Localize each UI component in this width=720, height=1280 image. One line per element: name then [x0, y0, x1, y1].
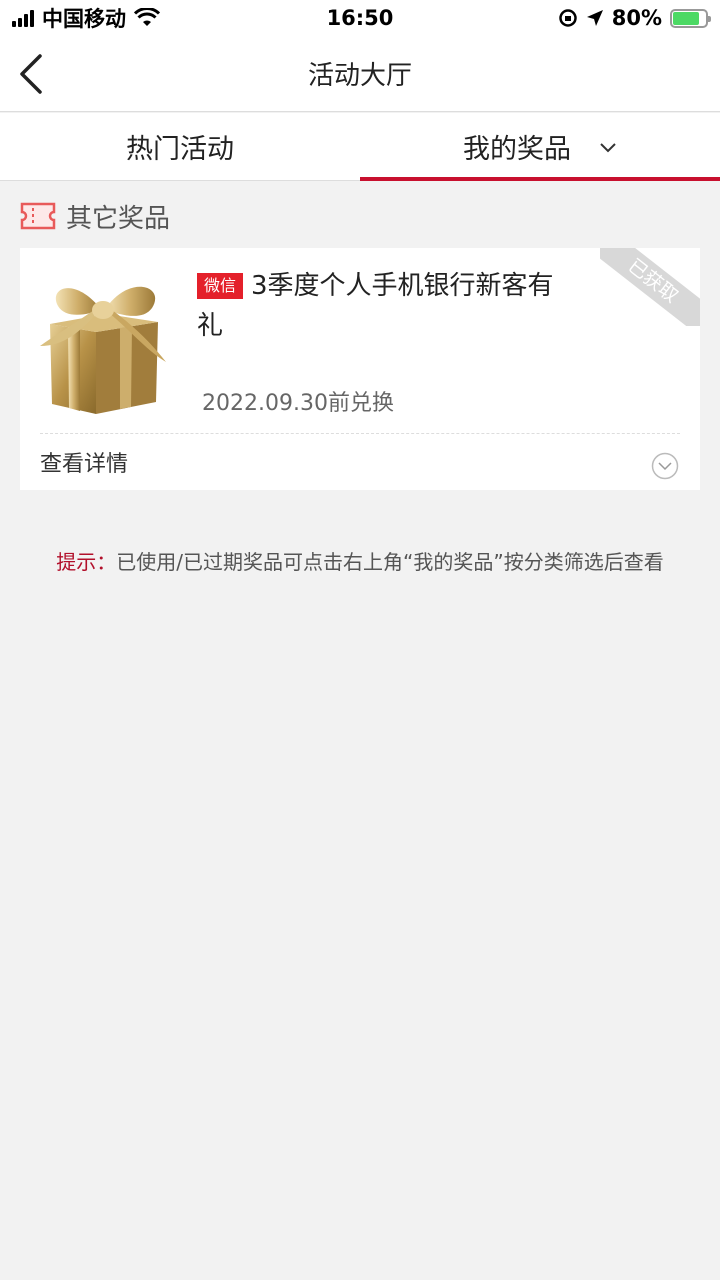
wechat-tag: 微信: [197, 273, 244, 299]
battery-percent: 80%: [611, 6, 662, 30]
tip-label: 提示：: [56, 550, 117, 574]
status-ribbon-label: 已获取: [600, 248, 700, 326]
page-title: 活动大厅: [307, 61, 412, 91]
prize-title: 微信 3季度个人手机银行新客有礼: [197, 266, 577, 346]
prize-card[interactable]: 微信 3季度个人手机银行新客有礼 2022.09.30前兑换 已获取 查看详情: [20, 248, 700, 490]
prize-name: 3季度个人手机银行新客有礼: [197, 271, 554, 341]
status-bar: 中国移动 16:50 80%: [0, 0, 720, 36]
status-ribbon: 已获取: [600, 248, 700, 326]
location-arrow-icon: [586, 10, 603, 26]
tab-my-prizes[interactable]: 我的奖品: [360, 113, 720, 181]
nav-bar: 活动大厅: [0, 36, 720, 112]
rotation-lock-icon: [558, 9, 577, 27]
section-title: 其它奖品: [66, 203, 171, 234]
tab-bar: 热门活动 我的奖品: [0, 113, 720, 181]
tab-label: 热门活动: [126, 134, 234, 165]
clock: 16:50: [326, 6, 394, 30]
view-details-link[interactable]: 查看详情: [40, 446, 128, 478]
battery-icon: [670, 8, 711, 28]
tab-label: 我的奖品: [463, 134, 571, 165]
tab-hot-activities[interactable]: 热门活动: [0, 113, 360, 180]
carrier-label: 中国移动: [42, 7, 126, 31]
tip-text: 提示：已使用/已过期奖品可点击右上角“我的奖品”按分类筛选后查看: [0, 546, 720, 575]
tip-message: 已使用/已过期奖品可点击右上角“我的奖品”按分类筛选后查看: [116, 550, 664, 574]
wifi-icon: [134, 8, 160, 26]
back-button[interactable]: [14, 50, 54, 98]
gift-box-image: [40, 286, 166, 414]
ticket-icon: [20, 202, 56, 230]
chevron-down-icon: [600, 142, 616, 152]
expand-chevron-icon[interactable]: [651, 452, 679, 480]
expire-date: 2022.09.30前兑换: [202, 391, 394, 416]
divider: [40, 433, 680, 434]
section-header: 其它奖品: [20, 196, 170, 236]
signal-icon: [12, 9, 34, 27]
